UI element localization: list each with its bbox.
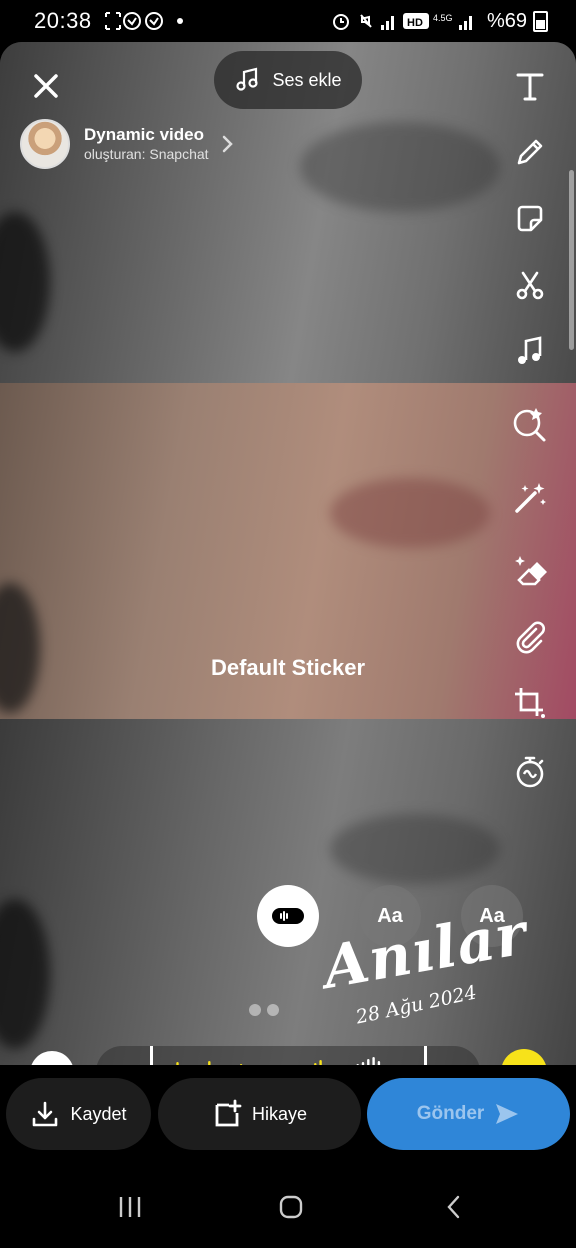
eraser-tool[interactable] (506, 547, 554, 595)
lens-search-icon (513, 408, 546, 442)
recent-apps-button[interactable] (118, 1194, 142, 1225)
scissors-icon (516, 271, 544, 300)
timer-icon (516, 756, 544, 788)
lens-creator: oluşturan: Snapchat (84, 145, 209, 162)
system-navigation-bar (0, 1170, 576, 1248)
status-bar: 20:38 HD 4.5G %69 (0, 0, 576, 42)
story-label: Hikaye (251, 1103, 308, 1124)
avatar (20, 119, 70, 169)
lens-title: Dynamic video (84, 125, 204, 145)
music-note-icon (518, 336, 542, 364)
status-time: 20:38 (34, 8, 92, 33)
scissors-tool[interactable] (506, 262, 554, 310)
story-button[interactable]: Hikaye (158, 1078, 361, 1150)
status-right: HD 4.5G %69 (331, 9, 548, 33)
crop-tool[interactable] (506, 679, 554, 727)
bottom-action-bar: Kaydet Hikaye Gönder (0, 1065, 576, 1170)
magic-tool[interactable] (506, 474, 554, 522)
pencil-icon (517, 139, 543, 165)
waveform-style-button[interactable] (257, 885, 319, 947)
save-label: Kaydet (70, 1103, 127, 1124)
network-type: 4.5G (433, 13, 453, 23)
lens-tool[interactable] (506, 400, 554, 448)
send-button[interactable]: Gönder (367, 1078, 570, 1150)
save-button[interactable]: Kaydet (6, 1078, 151, 1150)
text-icon (516, 73, 544, 101)
add-story-icon (215, 1099, 242, 1127)
send-label: Gönder (416, 1103, 485, 1124)
notification-icons-svg (105, 12, 183, 30)
chevron-right-icon (222, 135, 233, 153)
magic-eraser-icon (515, 556, 547, 586)
home-icon (279, 1195, 303, 1219)
magic-wand-icon (515, 483, 546, 513)
recent-apps-icon (119, 1197, 141, 1217)
battery-percent: %69 (486, 9, 527, 32)
status-icons-svg: HD 4.5G (332, 13, 472, 30)
notification-icons (104, 9, 184, 33)
svg-text:HD: HD (407, 17, 423, 29)
paperclip-icon (516, 621, 545, 654)
add-sound-label: Ses ekle (272, 69, 342, 90)
sticker-icon (517, 205, 543, 232)
crop-icon (515, 688, 545, 718)
music-note-icon (236, 67, 259, 91)
attachment-tool[interactable] (506, 613, 554, 661)
battery-icon (533, 10, 548, 32)
toolbar-scrollbar[interactable] (569, 170, 574, 350)
back-icon (447, 1195, 460, 1219)
close-button[interactable] (28, 68, 64, 104)
back-button[interactable] (444, 1194, 464, 1225)
page-dots (249, 1004, 279, 1016)
home-button[interactable] (278, 1194, 304, 1225)
music-tool[interactable] (506, 328, 554, 376)
sticker-tool[interactable] (506, 195, 554, 243)
text-tool[interactable] (506, 62, 554, 110)
waveform-icon (272, 908, 304, 924)
download-icon (33, 1101, 58, 1127)
lens-creator-info[interactable]: Dynamic video oluşturan: Snapchat (20, 119, 235, 169)
timer-tool[interactable] (506, 748, 554, 796)
add-sound-button[interactable]: Ses ekle (214, 51, 362, 109)
default-sticker-label[interactable]: Default Sticker (0, 655, 576, 681)
close-icon (34, 74, 58, 98)
draw-tool[interactable] (506, 128, 554, 176)
send-arrow-icon (496, 1104, 519, 1124)
